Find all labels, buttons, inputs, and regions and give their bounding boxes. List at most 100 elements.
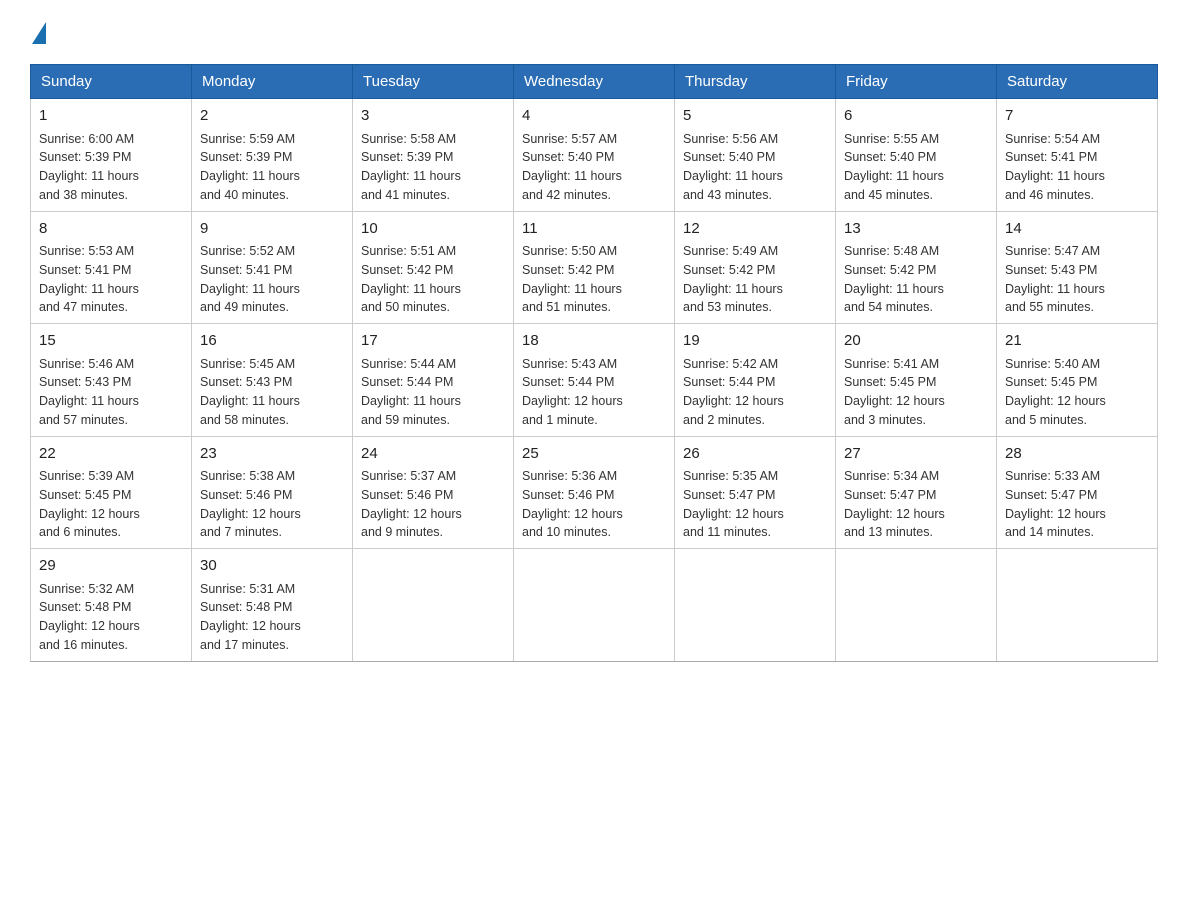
day-info: Sunrise: 5:52 AM Sunset: 5:41 PM Dayligh… xyxy=(200,242,344,317)
week-row-5: 29Sunrise: 5:32 AM Sunset: 5:48 PM Dayli… xyxy=(31,549,1158,662)
day-cell: 17Sunrise: 5:44 AM Sunset: 5:44 PM Dayli… xyxy=(353,324,514,437)
day-info: Sunrise: 5:35 AM Sunset: 5:47 PM Dayligh… xyxy=(683,467,827,542)
week-row-2: 8Sunrise: 5:53 AM Sunset: 5:41 PM Daylig… xyxy=(31,211,1158,324)
day-number: 17 xyxy=(361,330,505,353)
day-number: 2 xyxy=(200,105,344,128)
day-number: 19 xyxy=(683,330,827,353)
day-info: Sunrise: 5:49 AM Sunset: 5:42 PM Dayligh… xyxy=(683,242,827,317)
day-cell: 14Sunrise: 5:47 AM Sunset: 5:43 PM Dayli… xyxy=(997,211,1158,324)
day-info: Sunrise: 5:37 AM Sunset: 5:46 PM Dayligh… xyxy=(361,467,505,542)
day-number: 30 xyxy=(200,555,344,578)
col-header-thursday: Thursday xyxy=(675,65,836,99)
col-header-friday: Friday xyxy=(836,65,997,99)
day-cell: 21Sunrise: 5:40 AM Sunset: 5:45 PM Dayli… xyxy=(997,324,1158,437)
day-cell xyxy=(675,549,836,662)
day-info: Sunrise: 5:50 AM Sunset: 5:42 PM Dayligh… xyxy=(522,242,666,317)
day-cell: 6Sunrise: 5:55 AM Sunset: 5:40 PM Daylig… xyxy=(836,99,997,212)
day-cell: 11Sunrise: 5:50 AM Sunset: 5:42 PM Dayli… xyxy=(514,211,675,324)
day-info: Sunrise: 5:55 AM Sunset: 5:40 PM Dayligh… xyxy=(844,130,988,205)
day-cell: 27Sunrise: 5:34 AM Sunset: 5:47 PM Dayli… xyxy=(836,436,997,549)
day-cell: 12Sunrise: 5:49 AM Sunset: 5:42 PM Dayli… xyxy=(675,211,836,324)
col-header-wednesday: Wednesday xyxy=(514,65,675,99)
day-cell: 1Sunrise: 6:00 AM Sunset: 5:39 PM Daylig… xyxy=(31,99,192,212)
day-cell: 9Sunrise: 5:52 AM Sunset: 5:41 PM Daylig… xyxy=(192,211,353,324)
day-cell: 2Sunrise: 5:59 AM Sunset: 5:39 PM Daylig… xyxy=(192,99,353,212)
day-info: Sunrise: 5:58 AM Sunset: 5:39 PM Dayligh… xyxy=(361,130,505,205)
day-cell: 30Sunrise: 5:31 AM Sunset: 5:48 PM Dayli… xyxy=(192,549,353,662)
day-cell xyxy=(514,549,675,662)
day-info: Sunrise: 5:56 AM Sunset: 5:40 PM Dayligh… xyxy=(683,130,827,205)
day-cell: 29Sunrise: 5:32 AM Sunset: 5:48 PM Dayli… xyxy=(31,549,192,662)
col-header-tuesday: Tuesday xyxy=(353,65,514,99)
logo xyxy=(30,20,46,44)
day-info: Sunrise: 5:43 AM Sunset: 5:44 PM Dayligh… xyxy=(522,355,666,430)
day-cell: 18Sunrise: 5:43 AM Sunset: 5:44 PM Dayli… xyxy=(514,324,675,437)
day-number: 23 xyxy=(200,443,344,466)
day-number: 5 xyxy=(683,105,827,128)
day-info: Sunrise: 6:00 AM Sunset: 5:39 PM Dayligh… xyxy=(39,130,183,205)
day-info: Sunrise: 5:36 AM Sunset: 5:46 PM Dayligh… xyxy=(522,467,666,542)
day-cell: 16Sunrise: 5:45 AM Sunset: 5:43 PM Dayli… xyxy=(192,324,353,437)
day-cell: 8Sunrise: 5:53 AM Sunset: 5:41 PM Daylig… xyxy=(31,211,192,324)
day-number: 29 xyxy=(39,555,183,578)
day-cell: 25Sunrise: 5:36 AM Sunset: 5:46 PM Dayli… xyxy=(514,436,675,549)
col-header-saturday: Saturday xyxy=(997,65,1158,99)
day-info: Sunrise: 5:33 AM Sunset: 5:47 PM Dayligh… xyxy=(1005,467,1149,542)
calendar-table: SundayMondayTuesdayWednesdayThursdayFrid… xyxy=(30,64,1158,662)
day-info: Sunrise: 5:45 AM Sunset: 5:43 PM Dayligh… xyxy=(200,355,344,430)
day-info: Sunrise: 5:47 AM Sunset: 5:43 PM Dayligh… xyxy=(1005,242,1149,317)
day-cell: 28Sunrise: 5:33 AM Sunset: 5:47 PM Dayli… xyxy=(997,436,1158,549)
day-cell xyxy=(997,549,1158,662)
day-info: Sunrise: 5:38 AM Sunset: 5:46 PM Dayligh… xyxy=(200,467,344,542)
day-number: 22 xyxy=(39,443,183,466)
day-info: Sunrise: 5:34 AM Sunset: 5:47 PM Dayligh… xyxy=(844,467,988,542)
day-number: 1 xyxy=(39,105,183,128)
day-cell: 13Sunrise: 5:48 AM Sunset: 5:42 PM Dayli… xyxy=(836,211,997,324)
day-cell: 7Sunrise: 5:54 AM Sunset: 5:41 PM Daylig… xyxy=(997,99,1158,212)
day-info: Sunrise: 5:48 AM Sunset: 5:42 PM Dayligh… xyxy=(844,242,988,317)
day-info: Sunrise: 5:32 AM Sunset: 5:48 PM Dayligh… xyxy=(39,580,183,655)
day-number: 20 xyxy=(844,330,988,353)
day-number: 18 xyxy=(522,330,666,353)
logo-triangle-icon xyxy=(32,22,46,44)
day-number: 28 xyxy=(1005,443,1149,466)
day-number: 27 xyxy=(844,443,988,466)
page-header xyxy=(30,20,1158,44)
day-cell xyxy=(836,549,997,662)
day-number: 14 xyxy=(1005,218,1149,241)
day-cell: 15Sunrise: 5:46 AM Sunset: 5:43 PM Dayli… xyxy=(31,324,192,437)
day-cell: 4Sunrise: 5:57 AM Sunset: 5:40 PM Daylig… xyxy=(514,99,675,212)
day-number: 15 xyxy=(39,330,183,353)
day-number: 10 xyxy=(361,218,505,241)
day-info: Sunrise: 5:54 AM Sunset: 5:41 PM Dayligh… xyxy=(1005,130,1149,205)
day-info: Sunrise: 5:44 AM Sunset: 5:44 PM Dayligh… xyxy=(361,355,505,430)
day-number: 8 xyxy=(39,218,183,241)
week-row-1: 1Sunrise: 6:00 AM Sunset: 5:39 PM Daylig… xyxy=(31,99,1158,212)
day-number: 26 xyxy=(683,443,827,466)
day-cell: 5Sunrise: 5:56 AM Sunset: 5:40 PM Daylig… xyxy=(675,99,836,212)
day-number: 13 xyxy=(844,218,988,241)
day-cell: 10Sunrise: 5:51 AM Sunset: 5:42 PM Dayli… xyxy=(353,211,514,324)
day-number: 25 xyxy=(522,443,666,466)
day-info: Sunrise: 5:40 AM Sunset: 5:45 PM Dayligh… xyxy=(1005,355,1149,430)
day-info: Sunrise: 5:31 AM Sunset: 5:48 PM Dayligh… xyxy=(200,580,344,655)
day-info: Sunrise: 5:57 AM Sunset: 5:40 PM Dayligh… xyxy=(522,130,666,205)
day-number: 9 xyxy=(200,218,344,241)
day-info: Sunrise: 5:59 AM Sunset: 5:39 PM Dayligh… xyxy=(200,130,344,205)
day-cell: 23Sunrise: 5:38 AM Sunset: 5:46 PM Dayli… xyxy=(192,436,353,549)
day-number: 4 xyxy=(522,105,666,128)
day-info: Sunrise: 5:39 AM Sunset: 5:45 PM Dayligh… xyxy=(39,467,183,542)
day-number: 16 xyxy=(200,330,344,353)
col-header-sunday: Sunday xyxy=(31,65,192,99)
day-info: Sunrise: 5:41 AM Sunset: 5:45 PM Dayligh… xyxy=(844,355,988,430)
col-header-monday: Monday xyxy=(192,65,353,99)
day-number: 24 xyxy=(361,443,505,466)
day-cell: 24Sunrise: 5:37 AM Sunset: 5:46 PM Dayli… xyxy=(353,436,514,549)
day-cell: 22Sunrise: 5:39 AM Sunset: 5:45 PM Dayli… xyxy=(31,436,192,549)
day-number: 12 xyxy=(683,218,827,241)
week-row-4: 22Sunrise: 5:39 AM Sunset: 5:45 PM Dayli… xyxy=(31,436,1158,549)
day-cell: 20Sunrise: 5:41 AM Sunset: 5:45 PM Dayli… xyxy=(836,324,997,437)
day-number: 7 xyxy=(1005,105,1149,128)
day-number: 11 xyxy=(522,218,666,241)
day-number: 6 xyxy=(844,105,988,128)
